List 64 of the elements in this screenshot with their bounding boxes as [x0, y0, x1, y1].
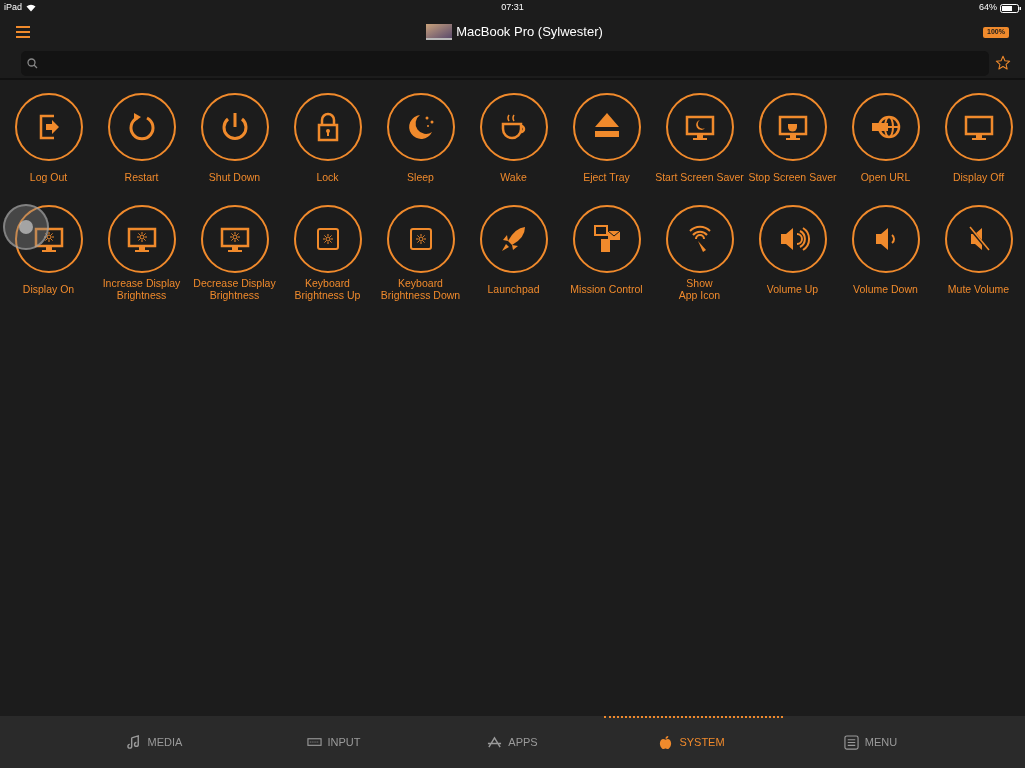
action-label: Shut Down — [208, 171, 261, 183]
search-icon — [27, 57, 38, 69]
battery-percent: 64% — [979, 1, 997, 15]
action-button[interactable] — [572, 205, 641, 273]
action-button[interactable] — [758, 93, 827, 161]
search-field[interactable] — [21, 50, 989, 76]
clock-time: 07:31 — [501, 1, 524, 15]
action-label: Keyboard Brightness Down — [380, 277, 461, 301]
action-label: Decrease Display Brightness — [193, 277, 276, 301]
tab-button[interactable]: MENU — [781, 716, 960, 768]
action-button[interactable] — [107, 205, 176, 273]
app-store-icon — [487, 734, 503, 750]
star-icon[interactable] — [995, 55, 1011, 71]
tab-button[interactable]: INPUT — [244, 716, 423, 768]
action-button[interactable] — [572, 93, 641, 161]
action-label: Sleep — [407, 171, 434, 183]
battery-icon — [1000, 3, 1021, 13]
action-button[interactable] — [944, 205, 1013, 273]
menu-icon[interactable] — [16, 26, 30, 38]
action-label: Show App Icon — [678, 277, 721, 301]
action-label: Start Screen Saver — [655, 171, 744, 183]
action-button[interactable] — [665, 205, 734, 273]
action-button[interactable] — [200, 93, 269, 161]
action-button[interactable] — [293, 93, 362, 161]
action-label: Keyboard Brightness Up — [294, 277, 361, 301]
action-label: Increase Display Brightness — [102, 277, 181, 301]
action-label: Stop Screen Saver — [748, 171, 837, 183]
action-label: Mute Volume — [947, 283, 1010, 295]
action-button[interactable] — [479, 93, 548, 161]
action-label: Mission Control — [570, 283, 643, 295]
action-label: Eject Tray — [583, 171, 630, 183]
action-button[interactable] — [851, 93, 920, 161]
wifi-icon — [26, 4, 36, 12]
action-button[interactable] — [758, 205, 827, 273]
action-button[interactable] — [944, 93, 1013, 161]
action-button[interactable] — [14, 93, 83, 161]
action-label: Open URL — [860, 171, 911, 183]
action-button[interactable] — [479, 205, 548, 273]
action-label: Wake — [500, 171, 527, 183]
action-label: Volume Down — [853, 283, 918, 295]
device-name: iPad — [4, 1, 22, 15]
action-button[interactable] — [386, 93, 455, 161]
apple-icon — [658, 734, 674, 750]
window-title: MacBook Pro (Sylwester) — [456, 23, 603, 42]
list-icon — [843, 734, 859, 750]
action-label: Restart — [124, 171, 159, 183]
action-label: Log Out — [29, 171, 68, 183]
floating-control-button[interactable] — [3, 204, 49, 250]
tab-button[interactable]: MEDIA — [65, 716, 244, 768]
action-button[interactable] — [665, 93, 734, 161]
laptop-thumbnail — [426, 24, 453, 40]
action-button[interactable] — [107, 93, 176, 161]
tab-button[interactable]: APPS — [423, 716, 602, 768]
tab-button[interactable]: SYSTEM — [602, 716, 781, 768]
action-button[interactable] — [851, 205, 920, 273]
action-label: Lock — [316, 171, 339, 183]
action-label: Display On — [22, 283, 75, 295]
action-label: Launchpad — [487, 283, 540, 295]
action-button[interactable] — [200, 205, 269, 273]
action-label: Display Off — [952, 171, 1005, 183]
action-button[interactable] — [386, 205, 455, 273]
action-label: Volume Up — [766, 283, 819, 295]
action-button[interactable] — [293, 205, 362, 273]
music-note-icon — [126, 734, 142, 750]
